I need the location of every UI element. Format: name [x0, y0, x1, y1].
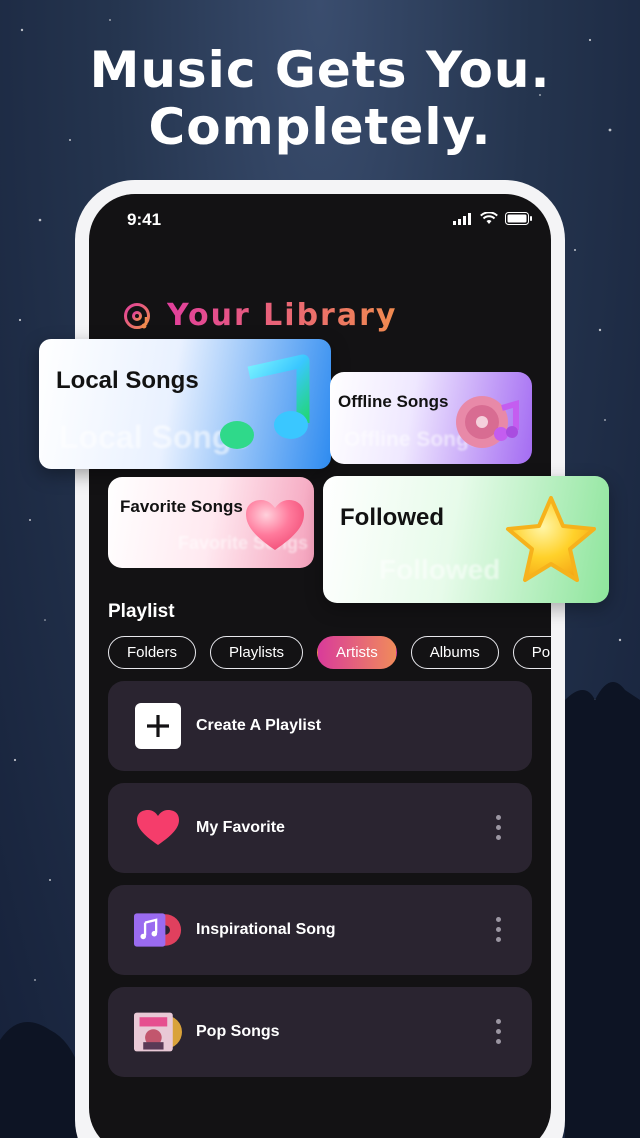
- row-label: Inspirational Song: [196, 921, 336, 938]
- playlist-heading: Playlist: [108, 601, 175, 622]
- library-header: Your Library: [123, 298, 397, 333]
- more-options-icon[interactable]: [496, 1019, 502, 1044]
- status-time: 9:41: [127, 210, 162, 229]
- card-label-reflection: Followed: [379, 554, 501, 585]
- chip-playlists[interactable]: Playlists: [210, 636, 304, 669]
- phone-screen: 9:41 Your Library Playlist Folders Playl…: [89, 194, 551, 1138]
- chip-albums[interactable]: Albums: [410, 636, 499, 669]
- more-options-icon[interactable]: [496, 917, 502, 942]
- album-cover-icon: [134, 1008, 182, 1056]
- wifi-icon: [480, 212, 498, 224]
- local-songs-card[interactable]: Local Songs Local Songs: [39, 339, 331, 469]
- chip-folders[interactable]: Folders: [108, 636, 197, 669]
- row-label: My Favorite: [196, 819, 285, 836]
- followed-card[interactable]: Followed Followed: [323, 476, 609, 603]
- music-note-icon: [220, 354, 310, 449]
- vinyl-music-icon: [456, 396, 519, 448]
- favorite-songs-card[interactable]: Favorite Songs Favorite Songs: [108, 477, 314, 568]
- hero-headline: Music Gets You. Completely.: [0, 42, 640, 156]
- star-icon: [506, 496, 596, 582]
- music-disc-icon: [124, 302, 150, 329]
- create-playlist-row[interactable]: Create A Playlist: [108, 681, 532, 771]
- hero-line-2: Completely.: [148, 98, 492, 156]
- row-label: Pop Songs: [196, 1023, 280, 1040]
- inspirational-song-row[interactable]: Inspirational Song: [108, 885, 532, 975]
- heart-icon: [246, 500, 304, 550]
- chip-po[interactable]: Po: [512, 636, 551, 669]
- library-title: Your Library: [167, 298, 398, 333]
- music-album-icon: [134, 906, 182, 954]
- row-label: Create A Playlist: [196, 717, 322, 734]
- signal-icon: [453, 212, 471, 225]
- status-icons: [453, 212, 533, 225]
- playlist-filter-chips: Folders Playlists Artists Albums Po: [108, 636, 551, 669]
- hero-line-1: Music Gets You.: [89, 41, 551, 99]
- battery-icon: [505, 212, 532, 225]
- more-options-icon[interactable]: [496, 815, 502, 840]
- card-label: Favorite Songs: [120, 497, 243, 516]
- offline-songs-card[interactable]: Offline Songs Offline Songs: [330, 372, 532, 464]
- card-label: Local Songs: [56, 367, 199, 394]
- card-label: Followed: [340, 504, 444, 531]
- card-label: Offline Songs: [338, 392, 449, 411]
- plus-icon: [135, 703, 181, 749]
- pop-songs-row[interactable]: Pop Songs: [108, 987, 532, 1077]
- chip-artists[interactable]: Artists: [317, 636, 397, 669]
- heart-icon: [134, 804, 182, 852]
- my-favorite-row[interactable]: My Favorite: [108, 783, 532, 873]
